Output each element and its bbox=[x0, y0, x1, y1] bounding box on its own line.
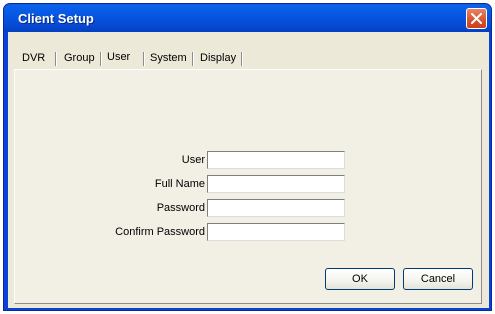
title-bar[interactable]: Client Setup bbox=[4, 4, 491, 32]
user-label: User bbox=[181, 154, 205, 166]
password-input[interactable] bbox=[207, 199, 345, 217]
password-row: Password bbox=[15, 200, 205, 216]
close-button[interactable] bbox=[466, 8, 487, 29]
close-icon bbox=[471, 13, 482, 24]
full-name-label: Full Name bbox=[154, 178, 205, 190]
tab-dvr[interactable]: DVR bbox=[16, 49, 51, 69]
tab-separator bbox=[241, 52, 243, 66]
tab-system[interactable]: System bbox=[144, 49, 193, 69]
window-title: Client Setup bbox=[18, 11, 94, 26]
full-name-input[interactable] bbox=[207, 175, 345, 193]
client-setup-window: Client Setup DVR Group User System Displ… bbox=[3, 3, 492, 311]
dialog-body: DVR Group User System Display User Full … bbox=[8, 32, 489, 308]
tab-group[interactable]: Group bbox=[58, 49, 101, 69]
full-name-row: Full Name bbox=[15, 176, 205, 192]
password-label: Password bbox=[156, 202, 205, 214]
confirm-password-label: Confirm Password bbox=[115, 226, 205, 238]
ok-button[interactable]: OK bbox=[325, 268, 395, 290]
tab-separator bbox=[55, 52, 57, 66]
tab-user[interactable]: User bbox=[101, 47, 136, 69]
cancel-button[interactable]: Cancel bbox=[403, 268, 473, 290]
confirm-password-input[interactable] bbox=[207, 223, 345, 241]
confirm-password-row: Confirm Password bbox=[15, 224, 205, 240]
tab-display[interactable]: Display bbox=[194, 49, 242, 69]
user-input[interactable] bbox=[207, 151, 345, 169]
user-row: User bbox=[15, 152, 205, 168]
